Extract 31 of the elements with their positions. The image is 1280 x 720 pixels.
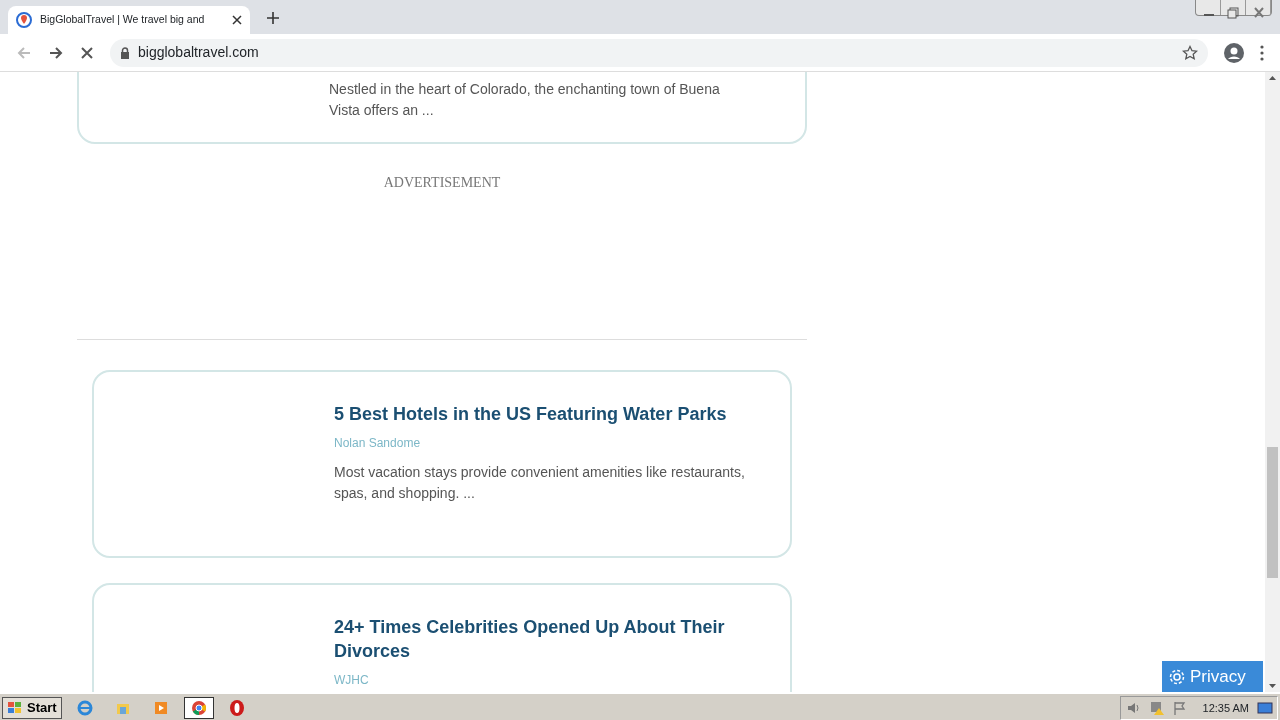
close-icon[interactable] xyxy=(232,15,242,25)
star-icon[interactable] xyxy=(1182,44,1198,61)
article-excerpt: Nestled in the heart of Colorado, the enchanting town of Buena Vista offers an ... xyxy=(329,80,721,120)
chrome-icon[interactable] xyxy=(189,699,208,717)
article-title[interactable]: 5 Best Hotels in the US Featuring Water Parks xyxy=(334,402,770,426)
opera-icon[interactable] xyxy=(227,699,246,717)
url-text: bigglobaltravel.com xyxy=(138,43,260,62)
clock-text[interactable]: 12:35 AM xyxy=(1202,699,1249,717)
settings-icon xyxy=(1168,667,1186,686)
address-bar[interactable]: bigglobaltravel.com xyxy=(110,38,1208,67)
profile-icon[interactable] xyxy=(1224,42,1244,63)
network-warning-icon[interactable] xyxy=(1148,700,1165,716)
privacy-button[interactable]: Privacy xyxy=(1162,661,1263,692)
tab-title: BigGlobalTravel | We travel big and xyxy=(40,12,206,28)
window-controls[interactable] xyxy=(1195,0,1272,16)
forward-icon[interactable] xyxy=(48,44,64,61)
article-title[interactable]: 24+ Times Celebrities Opened Up About Their Divorces xyxy=(334,615,770,663)
scroll-thumb[interactable] xyxy=(1267,447,1278,578)
browser-tab[interactable]: BigGlobalTravel | We travel big and xyxy=(8,6,250,34)
desktop-icon[interactable] xyxy=(1257,701,1273,715)
windows-logo-icon xyxy=(7,701,23,715)
stop-icon[interactable] xyxy=(80,45,94,60)
ie-icon[interactable] xyxy=(75,699,94,717)
lock-icon xyxy=(120,46,130,59)
menu-icon[interactable] xyxy=(1260,44,1264,61)
start-button[interactable]: Start xyxy=(2,697,62,719)
flag-icon[interactable] xyxy=(1172,701,1187,715)
new-tab-icon[interactable] xyxy=(266,11,280,25)
article-excerpt: Most vacation stays provide convenient amenities like restaurants, spas, and shopping. ... xyxy=(334,463,746,503)
location-pin-icon xyxy=(16,12,32,28)
advertisement-label: ADVERTISEMENT xyxy=(382,174,502,192)
